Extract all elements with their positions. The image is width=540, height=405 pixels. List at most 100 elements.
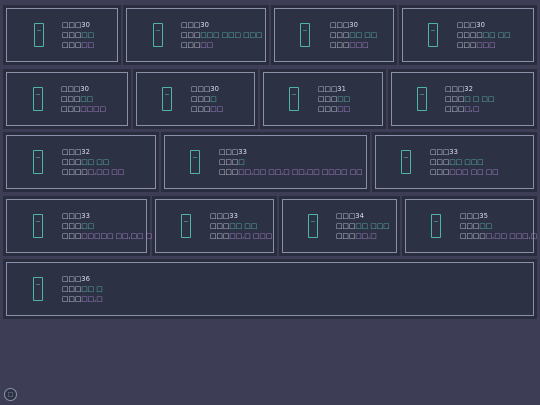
card-label: □□□ [210,232,230,240]
card-value: □□□ [349,41,369,49]
file-icon [417,87,427,111]
card-label: □□□ [430,158,450,166]
card-title: □□□32 [445,85,473,93]
card-value: □□ [210,105,224,113]
card[interactable]: □□□30 □□□□□□ □□□ □□□ □□□□□ [123,5,269,65]
card-value: □□ □ [81,285,103,293]
file-icon [300,23,310,47]
card-label: □□□ [336,222,356,230]
card[interactable]: □□□33 □□□□□ □□□□□□□□ □□,□□ □□□ [3,196,165,256]
card-label: □□□ [457,41,477,49]
card-label: □□□ [330,31,350,39]
card-title: □□□33 [210,212,238,220]
card-value: □□,□ [355,232,377,240]
card[interactable]: □□□33 □□□□ □□□□□,□□ □□,□ □□,□□ □□□□ □□ [161,132,370,192]
card-label: □□□ [181,31,201,39]
card-label: □□□ [61,105,81,113]
card[interactable]: □□□33 □□□□□ □□ □□□□□,□ □□□ [152,196,277,256]
file-icon [34,23,44,47]
card[interactable]: □□□32 □□□□□ □□ □□□□□,□□ □□ [3,132,159,192]
card-value: □,□□ □□□,□ [485,232,538,240]
card-label: □□□ [191,105,211,113]
card[interactable]: □□□33 □□□□□ □□□ □□□□□□ □□ □□ [372,132,537,192]
card-row: □□□30 □□□□□ □□□□□□□ □□□30 □□□□ □□□□□ □□□… [3,69,537,129]
card-row: □□□32 □□□□□ □□ □□□□□,□□ □□ □□□33 □□□□ □□… [3,132,537,192]
card-title: □□□34 [336,212,364,220]
card-value: □□ [81,41,95,49]
card-row: □□□36 □□□□□ □ □□□□□,□ [3,259,537,319]
file-icon [33,277,43,301]
file-icon [431,214,441,238]
card-label: □□□□ [457,31,483,39]
file-icon [190,150,200,174]
card[interactable]: □□□36 □□□□□ □ □□□□□,□ [3,259,537,319]
file-icon [181,214,191,238]
card[interactable]: □□□30 □□□□□ □□□□□ [3,5,121,65]
file-icon [401,150,411,174]
card-value: □□ □□ [81,158,110,166]
card-value: □□ [337,105,351,113]
card-grid: □□□30 □□□□□ □□□□□ □□□30 □□□□□□ □□□ □□□ □… [0,0,540,405]
card-label: □□□□ [62,168,88,176]
file-icon [162,87,172,111]
card-value: □□ [200,41,214,49]
card-label: □□□ [336,232,356,240]
card-title: □□□30 [457,21,485,29]
card-label: □□□ [430,168,450,176]
card-row: □□□33 □□□□□ □□□□□□□□ □□,□□ □□□ □□□33 □□□… [3,196,538,256]
card-value: □□ [81,222,95,230]
card-title: □□□32 [62,148,90,156]
card-title: □□□30 [61,85,89,93]
card-value: □□ [80,95,94,103]
file-icon [289,87,299,111]
card-value: □ □ □□ [464,95,495,103]
card-label: □□□ [460,222,480,230]
card[interactable]: □□□30 □□□□□ □□□□□□□ [3,69,131,129]
card-value: □□ [81,31,95,39]
card[interactable]: □□□30 □□□□□□ □□ □□□□□□ [399,5,537,65]
card-value: □□ □□ [349,31,378,39]
file-icon [428,23,438,47]
card-label: □□□ [445,105,465,113]
card-label: □□□ [61,95,81,103]
card-value: □ [210,95,217,103]
card-label: □□□ [191,95,211,103]
card-label: □□□ [181,41,201,49]
card-label: □□□ [62,295,82,303]
file-icon [33,87,43,111]
card-value: □,□□ □□ [87,168,125,176]
card-value: □□ [337,95,351,103]
card-value: □□,□□ □□,□ □□,□□ □□□□ □□ [238,168,363,176]
card-title: □□□30 [62,21,90,29]
card-value: □□□ [476,41,496,49]
card[interactable]: □□□30 □□□□□ □□ □□□□□□ [271,5,397,65]
card[interactable]: □□□34 □□□□□ □□□ □□□□□,□ [279,196,400,256]
card-title: □□□33 [430,148,458,156]
info-badge[interactable]: □ [4,388,17,401]
card-label: □□□ [330,41,350,49]
card[interactable]: □□□32 □□□□ □ □□ □□□□,□ [388,69,537,129]
card-value: □□□ □□ □□ [449,168,499,176]
card-label: □□□□ [460,232,486,240]
card[interactable]: □□□30 □□□□ □□□□□ [133,69,258,129]
card[interactable]: □□□35 □□□□□ □□□□□,□□ □□□,□ [402,196,538,256]
card-value: □□ □□□ [355,222,390,230]
card-label: □□□ [62,285,82,293]
file-icon [33,214,43,238]
card-label: □□□ [62,31,82,39]
card-label: □□□ [62,158,82,166]
card-label: □□□ [62,232,82,240]
file-icon [33,150,43,174]
card-label: □□□ [445,95,465,103]
card-value: □□,□ [81,295,103,303]
card-label: □□□ [219,158,239,166]
card[interactable]: □□□31 □□□□□ □□□□□ [260,69,386,129]
card-title: □□□36 [62,275,90,283]
card-value: □□ □□ [229,222,258,230]
card-value: □□ [479,222,493,230]
card-value: □□,□ □□□ [229,232,273,240]
card-title: □□□30 [191,85,219,93]
card-title: □□□33 [62,212,90,220]
file-icon [308,214,318,238]
card-value: □□□□ [80,105,106,113]
